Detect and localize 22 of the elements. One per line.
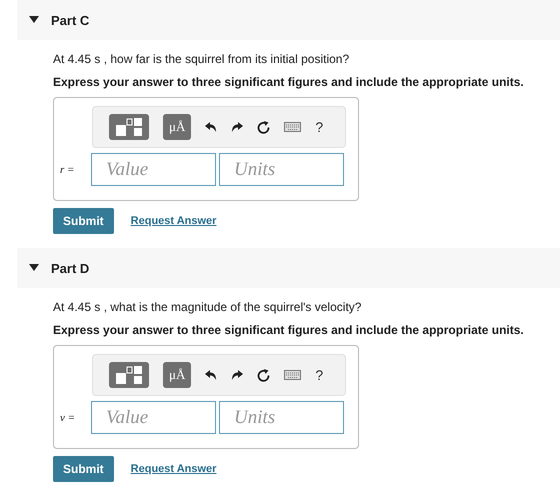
value-field[interactable]: Value [91, 153, 216, 186]
units-button[interactable]: μÅ [163, 114, 192, 140]
part-header[interactable]: Part C [17, 0, 560, 40]
value-field[interactable]: Value [91, 401, 216, 434]
units-field[interactable]: Units [219, 153, 344, 186]
units-button[interactable]: μÅ [163, 362, 192, 388]
variable-label: v = [60, 412, 76, 424]
submit-button[interactable]: Submit [53, 456, 114, 482]
instruction-text: Express your answer to three significant figures and include the appropriate units. [53, 75, 525, 89]
part-header[interactable]: Part D [17, 248, 560, 288]
question-text: At 4.45 s , what is the magnitude of the squirrel's velocity? [53, 300, 362, 314]
variable-label: r = [60, 164, 76, 176]
help-button[interactable]: ? [315, 367, 324, 383]
request-answer-link[interactable]: Request Answer [130, 215, 216, 227]
part-title: Part C [51, 12, 90, 28]
part-title: Part D [51, 260, 90, 276]
submit-button[interactable]: Submit [53, 208, 114, 234]
request-answer-link[interactable]: Request Answer [130, 463, 216, 475]
question-text: At 4.45 s , how far is the squirrel from its initial position? [53, 52, 350, 66]
units-field[interactable]: Units [219, 401, 344, 434]
instruction-text: Express your answer to three significant figures and include the appropriate units. [53, 323, 525, 337]
help-button[interactable]: ? [315, 119, 324, 135]
